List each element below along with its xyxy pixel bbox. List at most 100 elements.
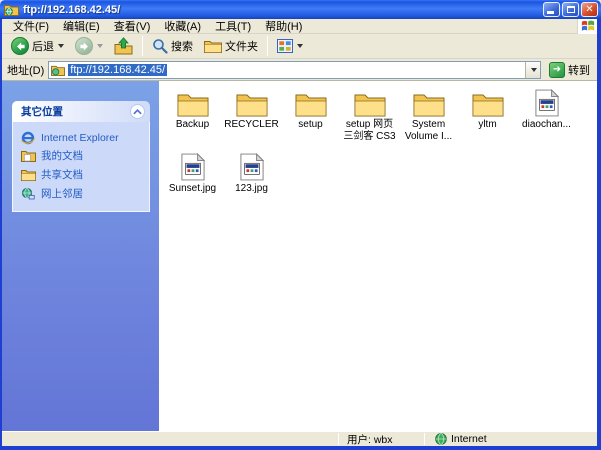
go-arrow-icon: ➜ [549,62,565,78]
views-button[interactable] [272,35,308,58]
internet-globe-icon [435,433,447,445]
status-user: 用户: wbx [339,432,424,447]
file-item[interactable]: yltm [458,87,517,143]
close-button[interactable]: ✕ [581,2,598,17]
address-value-selected[interactable]: ftp://192.168.42.45/ [68,64,167,76]
forward-dropdown-icon [97,44,103,48]
up-folder-icon [114,37,133,55]
back-icon [11,37,29,55]
file-item-label: setup [298,119,322,131]
menu-file[interactable]: 文件(F) [6,18,56,34]
sidebar-item-label: Internet Explorer [41,132,119,144]
menu-view[interactable]: 查看(V) [107,18,158,34]
folder-icon [177,87,209,117]
file-item-label: 123.jpg [235,183,268,195]
file-item-label: System Volume I... [405,119,452,143]
chevron-up-icon [133,109,142,115]
other-places-body: Internet Explorer 我的文档 [12,122,150,212]
collapse-panel-button[interactable] [130,104,145,119]
address-bar: 地址(D) ftp://192.168.42.45/ ➜ 转到 [2,59,597,81]
address-input[interactable]: ftp://192.168.42.45/ [48,61,541,79]
file-item[interactable]: diaochan... [517,87,576,143]
menu-bar: 文件(F) 编辑(E) 查看(V) 收藏(A) 工具(T) 帮助(H) [2,19,597,34]
minimize-icon [547,11,554,14]
sidebar-item-label: 共享文档 [41,167,83,182]
minimize-button[interactable] [543,2,560,17]
file-item[interactable]: RECYCLER [222,87,281,143]
folders-label: 文件夹 [225,38,258,54]
image-file-icon [535,87,559,117]
other-places-panel: 其它位置 [12,101,150,212]
file-item[interactable]: System Volume I... [399,87,458,143]
maximize-icon [567,6,575,13]
file-item[interactable]: Sunset.jpg [163,151,222,195]
sidebar-item-internet-explorer[interactable]: Internet Explorer [19,129,145,146]
chevron-down-icon [531,68,537,72]
internet-explorer-icon [21,131,36,144]
menu-help[interactable]: 帮助(H) [258,18,309,34]
file-item[interactable]: setup 网页 三剑客 CS3 [340,87,399,143]
shared-documents-icon [21,168,36,181]
toolbar-separator [267,36,268,56]
views-icon [277,39,293,53]
file-list-area: Backup RECYCLER setup [159,81,597,431]
back-button[interactable]: 后退 [6,35,69,58]
network-places-icon [21,187,36,200]
folders-button[interactable]: 文件夹 [199,35,263,58]
file-item-label: yltm [478,119,496,131]
folder-icon [413,87,445,117]
image-file-icon [181,151,205,181]
views-dropdown-icon [297,44,303,48]
windows-logo-icon [577,19,597,34]
search-icon [152,38,168,54]
window-title: ftp://192.168.42.45/ [23,4,541,16]
back-dropdown-icon [58,44,64,48]
address-site-icon [51,64,65,76]
tool-bar: 后退 搜索 [2,34,597,59]
menu-edit[interactable]: 编辑(E) [56,18,107,34]
address-dropdown-button[interactable] [525,62,540,78]
explorer-window: ftp://192.168.42.45/ ✕ 文件(F) 编辑(E) 查看(V)… [0,0,601,450]
ftp-site-icon [4,3,19,16]
search-button[interactable]: 搜索 [147,35,198,58]
toolbar-separator [142,36,143,56]
sidebar-item-label: 网上邻居 [41,186,83,201]
up-button[interactable] [109,35,138,58]
other-places-header[interactable]: 其它位置 [12,101,150,122]
search-label: 搜索 [171,38,193,54]
file-item[interactable]: 123.jpg [222,151,281,195]
forward-button[interactable] [70,35,108,58]
file-item-label: RECYCLER [224,119,278,131]
file-item-label: diaochan... [522,119,571,131]
menu-tools[interactable]: 工具(T) [208,18,258,34]
folders-icon [204,39,222,53]
close-icon: ✕ [585,5,593,15]
my-documents-icon [21,149,36,162]
folder-icon [472,87,504,117]
folder-icon [354,87,386,117]
maximize-button[interactable] [562,2,579,17]
status-bar: 用户: wbx Internet [2,431,597,446]
image-file-icon [240,151,264,181]
go-button[interactable]: ➜ 转到 [545,60,594,80]
status-zone-label: Internet [451,433,487,445]
address-label: 地址(D) [7,62,44,78]
sidebar-item-my-documents[interactable]: 我的文档 [19,146,145,165]
file-item[interactable]: Backup [163,87,222,143]
forward-icon [75,37,93,55]
file-item-label: Sunset.jpg [169,183,216,195]
file-item-label: Backup [176,119,209,131]
status-zone: Internet [425,433,597,445]
sidebar-item-shared-documents[interactable]: 共享文档 [19,165,145,184]
other-places-title: 其它位置 [21,104,63,119]
task-pane-sidebar: 其它位置 [2,81,159,431]
sidebar-item-label: 我的文档 [41,148,83,163]
file-item[interactable]: setup [281,87,340,143]
menu-favorites[interactable]: 收藏(A) [157,18,208,34]
title-bar: ftp://192.168.42.45/ ✕ [0,0,601,19]
folder-icon [295,87,327,117]
content-area: 其它位置 [2,81,597,431]
file-item-label: setup 网页 三剑客 CS3 [343,119,395,143]
sidebar-item-network-places[interactable]: 网上邻居 [19,184,145,203]
go-label: 转到 [568,62,590,78]
